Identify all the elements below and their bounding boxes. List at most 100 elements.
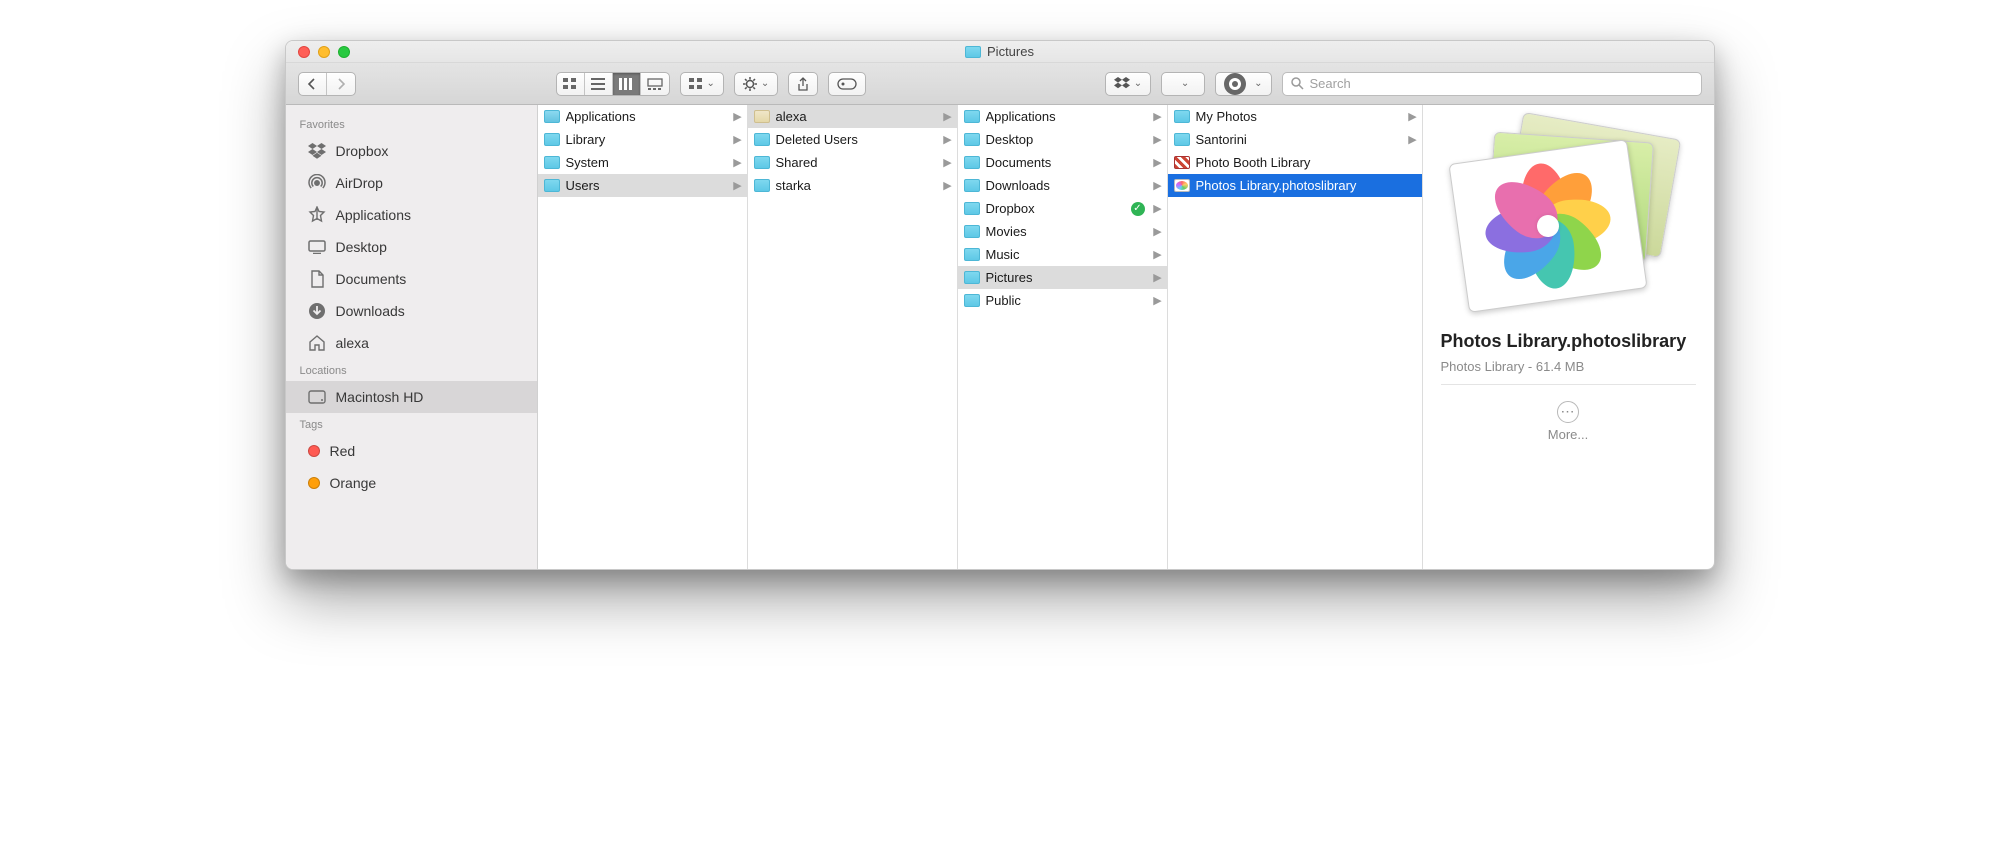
home-icon xyxy=(308,334,326,352)
folder-icon xyxy=(754,156,770,169)
search-input[interactable] xyxy=(1310,76,1693,91)
column-item[interactable]: Library ▶ xyxy=(538,128,747,151)
column-0[interactable]: Applications ▶ Library ▶ System ▶ Users … xyxy=(538,105,748,569)
sidebar-item-label: Applications xyxy=(336,207,412,223)
column-item[interactable]: starka ▶ xyxy=(748,174,957,197)
folder-icon xyxy=(544,133,560,146)
view-mode-switcher[interactable] xyxy=(556,72,670,96)
sidebar-item-label: Red xyxy=(330,443,356,459)
tags-button[interactable] xyxy=(828,72,866,96)
folder-icon xyxy=(965,46,981,58)
folder-icon xyxy=(754,179,770,192)
column-item[interactable]: Downloads▶ xyxy=(958,174,1167,197)
column-item[interactable]: Applications▶ xyxy=(958,105,1167,128)
sidebar-item-label: alexa xyxy=(336,335,369,351)
list-view-button[interactable] xyxy=(585,73,613,95)
sync-badge-icon: ✓ xyxy=(1131,202,1145,216)
gallery-view-button[interactable] xyxy=(641,73,669,95)
column-item[interactable]: My Photos▶ xyxy=(1168,105,1422,128)
chevron-down-icon: ⌄ xyxy=(1181,78,1189,89)
chevron-down-icon: ⌄ xyxy=(761,78,769,89)
tag-icon xyxy=(837,78,857,90)
folder-icon xyxy=(1174,110,1190,123)
sidebar-item-downloads[interactable]: Downloads xyxy=(286,295,537,327)
column-view-button[interactable] xyxy=(613,73,641,95)
column-item[interactable]: Dropbox✓▶ xyxy=(958,197,1167,220)
sidebar-section-tags: Tags xyxy=(286,413,537,435)
back-button[interactable] xyxy=(299,73,327,95)
sidebar-item-desktop[interactable]: Desktop xyxy=(286,231,537,263)
sidebar-item-dropbox[interactable]: Dropbox xyxy=(286,135,537,167)
column-3[interactable]: My Photos▶ Santorini▶ Photo Booth Librar… xyxy=(1168,105,1423,569)
close-button[interactable] xyxy=(298,46,310,58)
dropbox-icon xyxy=(308,142,326,160)
folder-icon xyxy=(754,133,770,146)
action-menu[interactable]: ⌄ xyxy=(734,72,778,96)
zoom-button[interactable] xyxy=(338,46,350,58)
folder-icon xyxy=(964,271,980,284)
column-1[interactable]: alexa ▶ Deleted Users ▶ Shared ▶ starka … xyxy=(748,105,958,569)
hdd-icon xyxy=(308,388,326,406)
sidebar-item-applications[interactable]: Applications xyxy=(286,199,537,231)
sidebar-section-favorites: Favorites xyxy=(286,113,537,135)
tag-dot-icon xyxy=(308,445,320,457)
folder-icon xyxy=(964,156,980,169)
column-item-selected[interactable]: Photos Library.photoslibrary xyxy=(1168,174,1422,197)
column-item[interactable]: Shared ▶ xyxy=(748,151,957,174)
quicklook-menu[interactable]: ⌄ xyxy=(1215,72,1271,96)
finder-body: Favorites Dropbox AirDrop Applications xyxy=(286,105,1714,569)
blank-menu[interactable]: ⌄ xyxy=(1161,72,1205,96)
column-item[interactable]: alexa ▶ xyxy=(748,105,957,128)
columns-icon xyxy=(619,78,633,90)
share-button[interactable] xyxy=(788,72,818,96)
sidebar-item-home[interactable]: alexa xyxy=(286,327,537,359)
sidebar-item-macintosh-hd[interactable]: Macintosh HD xyxy=(286,381,537,413)
chevron-right-icon: ▶ xyxy=(1408,133,1418,146)
column-item[interactable]: System ▶ xyxy=(538,151,747,174)
list-icon xyxy=(591,78,605,90)
column-item[interactable]: Users ▶ xyxy=(538,174,747,197)
column-2[interactable]: Applications▶ Desktop▶ Documents▶ Downlo… xyxy=(958,105,1168,569)
preview-more-label: More... xyxy=(1548,427,1588,442)
chevron-right-icon: ▶ xyxy=(943,179,953,192)
chevron-right-icon xyxy=(336,78,346,90)
column-item-label: Movies xyxy=(986,224,1147,239)
forward-button[interactable] xyxy=(327,73,355,95)
preview-more-button[interactable]: ⋯ More... xyxy=(1548,401,1588,442)
chevron-right-icon: ▶ xyxy=(733,110,743,123)
column-item-label: Shared xyxy=(776,155,937,170)
chevron-right-icon: ▶ xyxy=(1153,156,1163,169)
column-item[interactable]: Applications ▶ xyxy=(538,105,747,128)
column-item[interactable]: Documents▶ xyxy=(958,151,1167,174)
chevron-right-icon: ▶ xyxy=(943,133,953,146)
chevron-left-icon xyxy=(307,78,317,90)
sidebar-item-tag-red[interactable]: Red xyxy=(286,435,537,467)
dropbox-menu[interactable]: ⌄ xyxy=(1105,72,1151,96)
folder-icon xyxy=(544,110,560,123)
icon-view-button[interactable] xyxy=(557,73,585,95)
sidebar-item-tag-orange[interactable]: Orange xyxy=(286,467,537,499)
eye-icon xyxy=(1224,73,1246,95)
column-item[interactable]: Santorini▶ xyxy=(1168,128,1422,151)
minimize-button[interactable] xyxy=(318,46,330,58)
chevron-right-icon: ▶ xyxy=(1153,202,1163,215)
column-item[interactable]: Desktop▶ xyxy=(958,128,1167,151)
sidebar-item-documents[interactable]: Documents xyxy=(286,263,537,295)
column-item-label: Public xyxy=(986,293,1147,308)
chevron-right-icon: ▶ xyxy=(943,110,953,123)
column-item[interactable]: Pictures▶ xyxy=(958,266,1167,289)
applications-icon xyxy=(308,206,326,224)
folder-icon xyxy=(544,179,560,192)
column-item[interactable]: Deleted Users ▶ xyxy=(748,128,957,151)
column-item[interactable]: Music▶ xyxy=(958,243,1167,266)
sidebar-item-airdrop[interactable]: AirDrop xyxy=(286,167,537,199)
arrange-menu[interactable]: ⌄ xyxy=(680,72,724,96)
column-item[interactable]: Photo Booth Library xyxy=(1168,151,1422,174)
folder-icon xyxy=(964,225,980,238)
search-field[interactable] xyxy=(1282,72,1702,96)
column-item[interactable]: Movies ▶ xyxy=(958,220,1167,243)
chevron-right-icon: ▶ xyxy=(1153,225,1163,238)
chevron-right-icon: ▶ xyxy=(1153,294,1163,307)
column-item[interactable]: Public ▶ xyxy=(958,289,1167,312)
column-item-label: Photo Booth Library xyxy=(1196,155,1418,170)
